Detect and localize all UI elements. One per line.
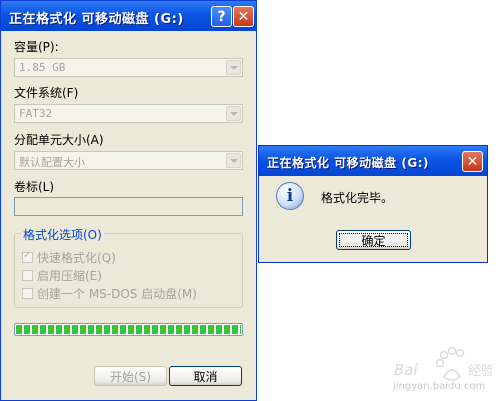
cancel-button[interactable]: 取消 (169, 366, 242, 386)
close-icon: ✕ (237, 8, 250, 25)
message-box-title: 正在格式化 可移动磁盘 (G:) (267, 156, 429, 170)
close-icon: ✕ (466, 153, 479, 170)
watermark-url: jingyan.baidu.com (393, 381, 486, 392)
capacity-label: 容量(P): (14, 40, 59, 54)
quick-format-checkbox[interactable]: 快速格式化(Q) (22, 249, 116, 266)
chevron-down-icon[interactable] (226, 60, 241, 75)
help-icon: ? (217, 8, 226, 25)
volume-label-label: 卷标(L) (14, 180, 55, 194)
progress-fill (16, 325, 241, 334)
svg-text:经验: 经验 (468, 363, 492, 379)
ok-button[interactable]: 确定 (336, 230, 411, 250)
capacity-value: 1.85 GB (19, 61, 66, 74)
allocation-select[interactable]: 默认配置大小 (14, 151, 243, 170)
compression-label: 启用压缩(E) (37, 269, 102, 283)
start-button[interactable]: 开始(S) (94, 366, 167, 386)
quick-format-label: 快速格式化(Q) (37, 251, 116, 265)
help-button[interactable]: ? (211, 6, 232, 27)
allocation-label: 分配单元大小(A) (14, 133, 104, 147)
allocation-value: 默认配置大小 (19, 156, 85, 169)
chevron-down-icon[interactable] (226, 153, 241, 168)
format-options-title: 格式化选项(O) (21, 226, 104, 243)
msdos-boot-label: 创建一个 MS-DOS 启动盘(M) (37, 287, 197, 301)
format-dialog-title: 正在格式化 可移动磁盘 (G:) (9, 12, 184, 27)
checkbox-checked-icon[interactable] (22, 250, 33, 263)
file-system-select[interactable]: FAT32 (14, 104, 243, 123)
volume-label-input[interactable] (14, 197, 243, 216)
checkbox-icon[interactable] (22, 270, 33, 281)
checkbox-icon[interactable] (22, 288, 33, 299)
message-box-titlebar[interactable]: 正在格式化 可移动磁盘 (G:) ✕ (259, 146, 487, 176)
message-text: 格式化完毕。 (321, 191, 394, 205)
msdos-boot-checkbox[interactable]: 创建一个 MS-DOS 启动盘(M) (22, 285, 197, 302)
close-button[interactable]: ✕ (233, 6, 254, 27)
svg-text:Bai: Bai (394, 361, 418, 379)
format-progress-bar (14, 323, 243, 336)
file-system-label: 文件系统(F) (14, 86, 79, 100)
compression-checkbox[interactable]: 启用压缩(E) (22, 267, 102, 284)
capacity-select[interactable]: 1.85 GB (14, 58, 243, 77)
file-system-value: FAT32 (19, 107, 53, 120)
format-dialog-titlebar[interactable]: 正在格式化 可移动磁盘 (G:) ? ✕ (1, 1, 256, 31)
info-icon: i (276, 182, 304, 210)
chevron-down-icon[interactable] (226, 106, 241, 121)
message-close-button[interactable]: ✕ (462, 151, 483, 172)
